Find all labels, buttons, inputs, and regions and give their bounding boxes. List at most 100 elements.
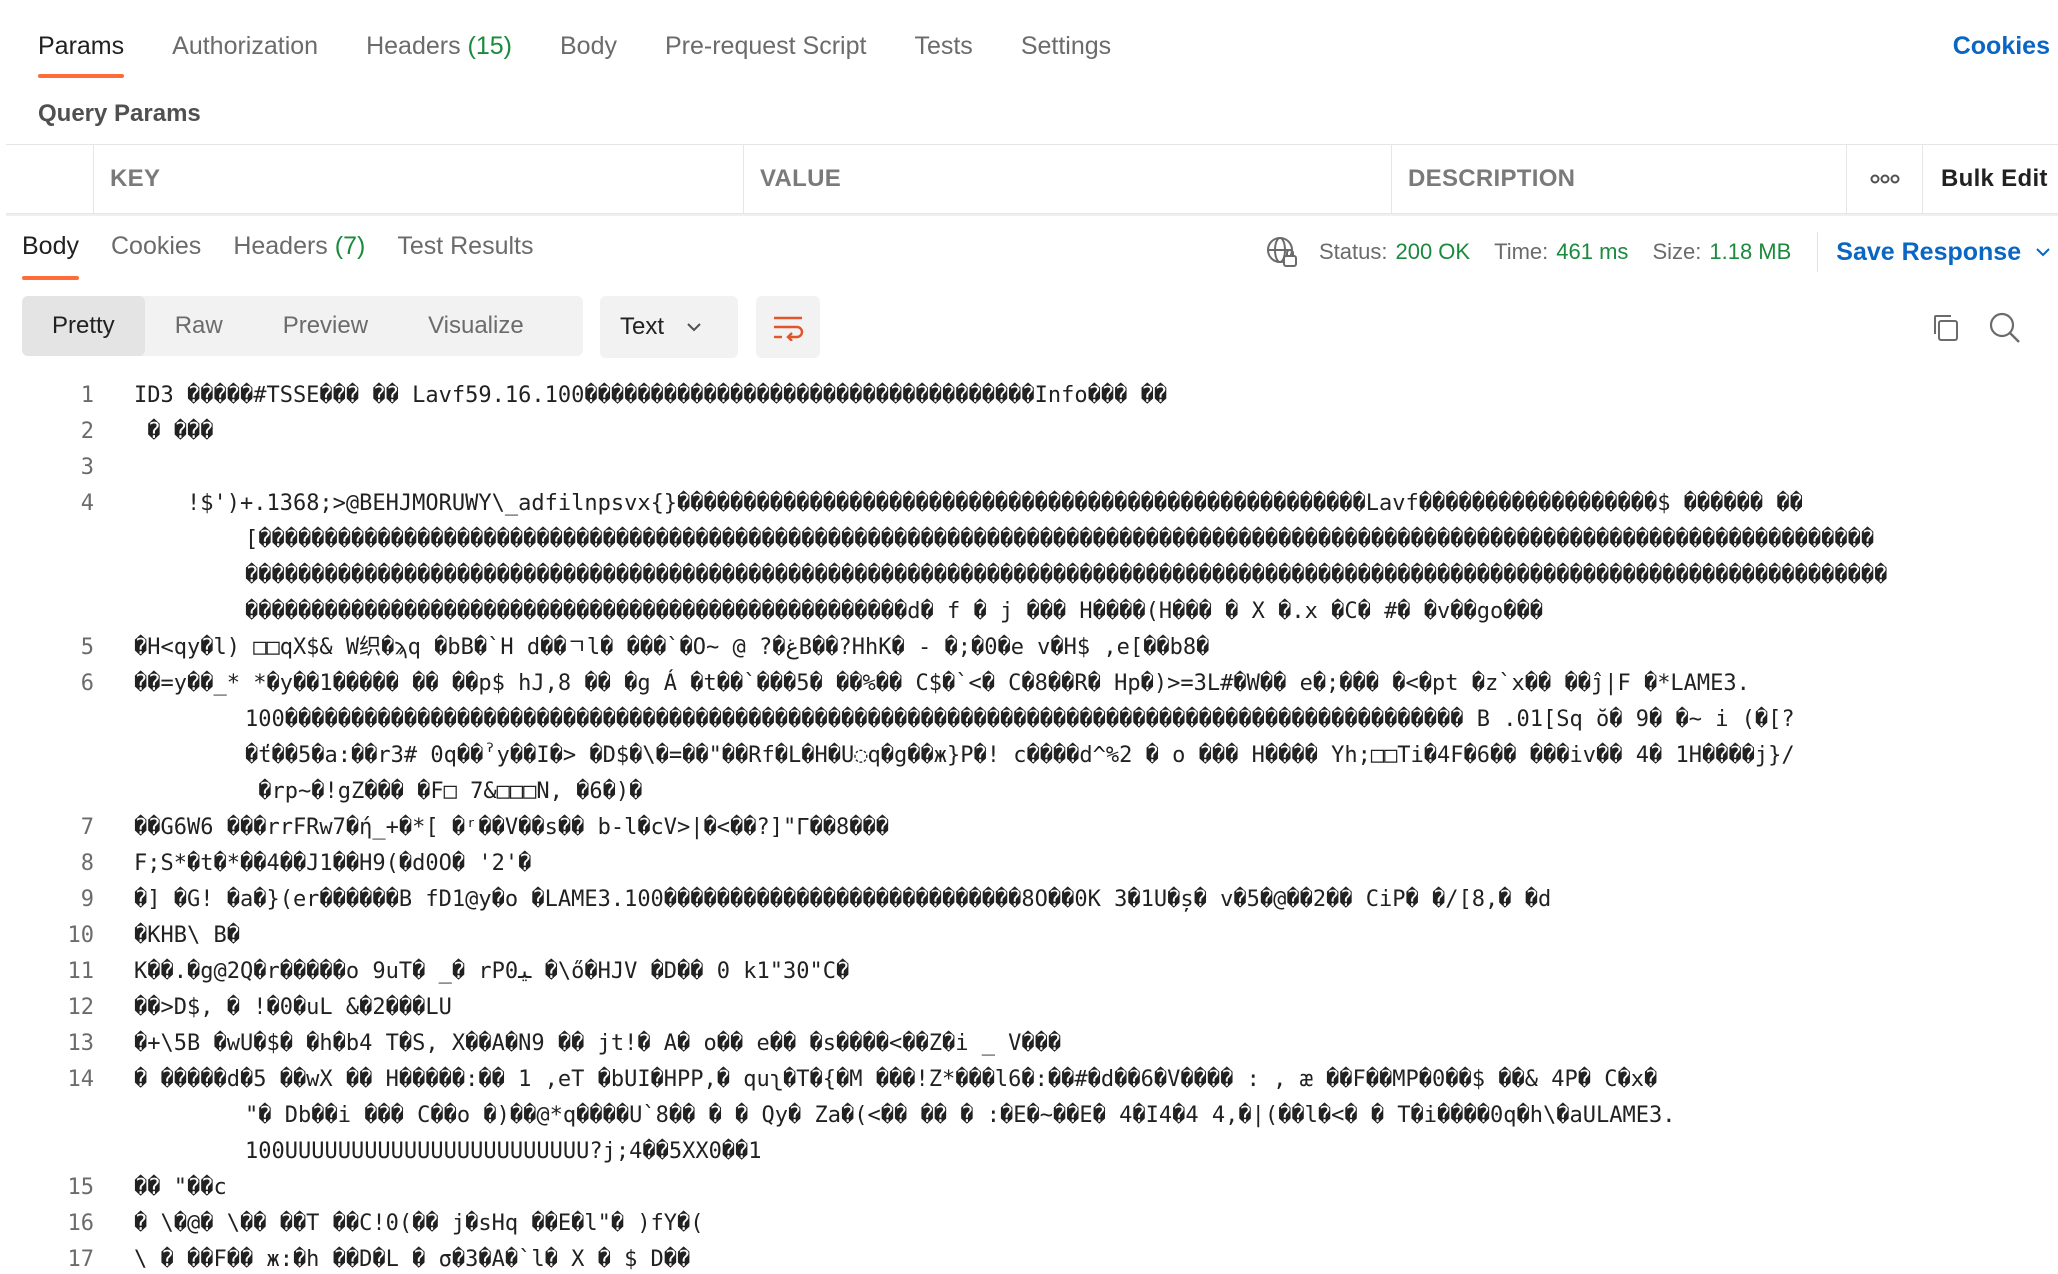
view-visualize-button[interactable]: Visualize [398, 296, 554, 356]
code-line: 15 �� "��c [0, 1170, 2058, 1206]
line-number: 14 [67, 1067, 95, 1092]
column-value: VALUE [744, 145, 1392, 213]
status-item[interactable]: Status: 200 OK [1319, 239, 1470, 265]
code-line-text: F;S*�t�*��4��J1��H9(�d0O� '2'� [134, 851, 532, 876]
line-number: 16 [67, 1211, 95, 1236]
checkbox-column [6, 145, 94, 213]
time-item[interactable]: Time: 461 ms [1494, 239, 1628, 265]
code-line: 8 F;S*�t�*��4��J1��H9(�d0O� '2'� [0, 846, 2058, 882]
chevron-down-icon [687, 323, 701, 332]
code-line: 6 ��=y��_* *�y��1����� �� ��p$ hJ,8 �� �g… [0, 666, 2058, 810]
code-line-text: �� "��c [134, 1175, 227, 1200]
request-tabs: Params Authorization Headers (15) Body P… [38, 28, 1159, 88]
line-number: 6 [80, 671, 94, 696]
line-number: 5 [80, 635, 94, 660]
code-line-text: � �����d�5 ��wX �� H�����:�� 1 ,eT �bUI�… [134, 1067, 1676, 1164]
code-line: 10 �KHB\ B� [0, 918, 2058, 954]
code-line: 11 K��.�g@2Q�r�����o 9uT� _� rP0ﯿ �\ő�HJV… [0, 954, 2058, 990]
search-button[interactable] [1985, 308, 2025, 348]
chevron-down-icon [2036, 248, 2050, 257]
tab-settings[interactable]: Settings [1021, 28, 1111, 61]
cookies-link[interactable]: Cookies [1953, 32, 2050, 61]
code-line: 16 � \�@� \�� ��T ��C!0(�� j�sHq ��E�l"� … [0, 1206, 2058, 1242]
column-description: DESCRIPTION [1392, 145, 1847, 213]
view-mode-segmented: Pretty Raw Preview Visualize [22, 296, 583, 356]
code-line-text: �+\5B �wU�$� �h�b4 T�S, X��A�N9 �� jt!� … [134, 1031, 1062, 1056]
copy-icon [1934, 315, 1958, 341]
tab-params[interactable]: Params [38, 28, 125, 78]
wrap-lines-button[interactable] [756, 296, 820, 358]
response-tabs: Body Cookies Headers (7) Test Results [22, 232, 566, 280]
code-line-text: � \�@� \�� ��T ��C!0(�� j�sHq ��E�l"� )f… [134, 1211, 704, 1236]
line-number: 4 [80, 491, 94, 516]
more-options-button[interactable] [1847, 145, 1923, 213]
wrap-lines-icon [774, 316, 804, 341]
code-line: 4 !$')+.1368;>@BEHJMORUWY\_adfilnpsvx{}�… [0, 486, 2058, 630]
code-line-text: ��G6W6 ���rrFRw7�ή_+�*[ �ʳ��V��s�� b-l�c… [134, 815, 889, 840]
response-headers-count: (7) [334, 232, 366, 260]
view-raw-button[interactable]: Raw [145, 296, 253, 356]
code-line-text: ��=y��_* *�y��1����� �� ��p$ hJ,8 �� �g … [134, 671, 1795, 804]
line-number: 3 [80, 455, 94, 480]
line-number: 7 [80, 815, 94, 840]
more-horizontal-icon [1870, 174, 1899, 184]
code-line-text: !$')+.1368;>@BEHJMORUWY\_adfilnpsvx{}���… [186, 491, 1888, 624]
response-tab-cookies[interactable]: Cookies [111, 232, 201, 261]
code-line: 14 � �����d�5 ��wX �� H�����:�� 1 ,eT �bU… [0, 1062, 2058, 1170]
divider [1817, 232, 1819, 272]
code-line: 3 [0, 450, 2058, 486]
code-line: 7 ��G6W6 ���rrFRw7�ή_+�*[ �ʳ��V��s�� b-l�… [0, 810, 2058, 846]
search-icon [1989, 312, 2020, 343]
code-line-text: � ��� [134, 419, 214, 444]
line-number: 1 [80, 383, 94, 408]
response-size: 1.18 MB [1709, 239, 1792, 264]
tab-authorization[interactable]: Authorization [172, 28, 318, 61]
format-dropdown[interactable]: Text [600, 296, 738, 358]
code-line-text: ID3 �����#TSSE��� �� Lavf59.16.100������… [134, 383, 1168, 408]
code-line-text: K��.�g@2Q�r�����o 9uT� _� rP0ﯿ �\ő�HJV �… [134, 959, 850, 984]
response-tab-headers[interactable]: Headers (7) [233, 232, 365, 261]
line-number: 15 [67, 1175, 95, 1200]
response-time: 461 ms [1556, 239, 1629, 264]
tab-prerequest-script[interactable]: Pre-request Script [665, 28, 866, 61]
tab-body[interactable]: Body [560, 28, 617, 61]
tab-tests[interactable]: Tests [914, 28, 972, 61]
code-line: 12 ��>D$, � !�0�uL &�2���LU [0, 990, 2058, 1026]
view-preview-button[interactable]: Preview [253, 296, 398, 356]
line-number: 10 [67, 923, 95, 948]
line-number: 13 [67, 1031, 95, 1056]
response-tab-test-results[interactable]: Test Results [397, 232, 533, 261]
format-dropdown-value: Text [620, 313, 665, 340]
code-line: 2 � ��� [0, 414, 2058, 450]
code-line-text [134, 450, 2058, 486]
size-item[interactable]: Size: 1.18 MB [1652, 239, 1791, 265]
line-number: 11 [67, 959, 95, 984]
bulk-edit-button[interactable]: Bulk Edit [1923, 145, 2048, 213]
column-key: KEY [94, 145, 744, 213]
code-line-text: �H<qy�l) □□qX$& W织�ϡq �bB�`H d��ㄱl� ���`… [134, 635, 1210, 660]
code-line-text: �KHB\ B� [134, 923, 240, 948]
code-line: 1 ID3 �����#TSSE��� �� Lavf59.16.100�����… [0, 378, 2058, 414]
query-params-table-header: KEY VALUE DESCRIPTION Bulk Edit [6, 144, 2058, 214]
line-number: 2 [80, 419, 94, 444]
query-params-title: Query Params [38, 100, 201, 127]
line-number: 17 [67, 1247, 95, 1272]
response-tab-body[interactable]: Body [22, 232, 79, 280]
code-line-text: ��>D$, � !�0�uL &�2���LU [134, 995, 452, 1020]
code-line-text: \ � ��F�� ж:�h ��D�L � σ�3�A�`l� X � $ D… [134, 1247, 691, 1272]
save-response-button[interactable]: Save Response [1836, 238, 2051, 267]
copy-button[interactable] [1926, 308, 1966, 348]
line-number: 8 [80, 851, 94, 876]
code-line: 5 �H<qy�l) □□qX$& W织�ϡq �bB�`H d��ㄱl� ���… [0, 630, 2058, 666]
pane-splitter[interactable] [6, 214, 2058, 216]
globe-lock-icon[interactable] [1265, 235, 1299, 269]
status-code: 200 OK [1395, 239, 1471, 264]
response-status-bar: Status: 200 OK Time: 461 ms Size: 1.18 MB S… [1265, 232, 2051, 272]
code-line: 9 �] �G! �a�}(er������B fD1@y�o �LAME3.10… [0, 882, 2058, 918]
headers-count-badge: (15) [467, 32, 512, 60]
code-line-text: �] �G! �a�}(er������B fD1@y�o �LAME3.100… [134, 887, 1552, 912]
view-pretty-button[interactable]: Pretty [22, 296, 145, 356]
response-body-editor[interactable]: 1 ID3 �����#TSSE��� �� Lavf59.16.100�����… [0, 378, 2058, 1274]
tab-headers[interactable]: Headers (15) [366, 28, 512, 61]
line-number: 12 [67, 995, 95, 1020]
